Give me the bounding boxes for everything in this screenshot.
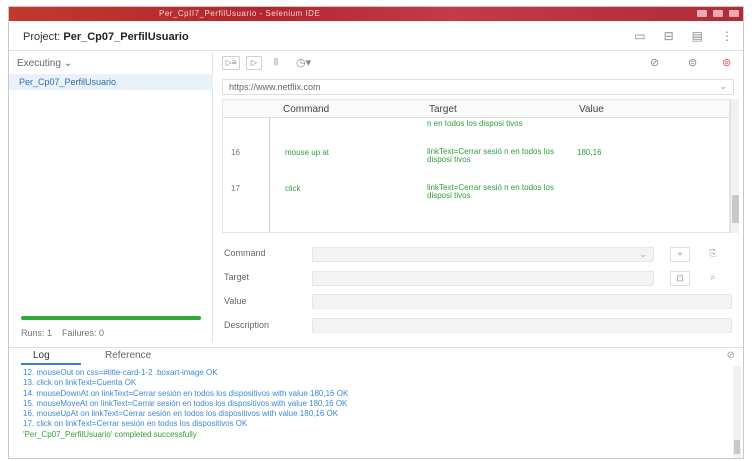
description-input[interactable] — [312, 318, 732, 333]
row-value: 180,16 — [577, 148, 602, 157]
log-line: 14. mouseDownAt on linkText=Cerrar sesió… — [23, 388, 349, 398]
tab-log[interactable]: Log — [33, 350, 50, 361]
log-line: 15. mouseMoveAt on linkText=Cerrar sesió… — [23, 398, 348, 408]
run-all-icon: ▷≡ — [225, 58, 237, 67]
table-row[interactable]: n en todos los disposi tivos — [223, 119, 729, 136]
log-lines: 12. mouseOut on css=#title-card-1-2 .box… — [23, 368, 723, 440]
tab-reference[interactable]: Reference — [105, 350, 151, 361]
chevron-down-icon: ⌄ — [63, 58, 73, 69]
close-icon[interactable] — [729, 10, 739, 17]
open-reference-button[interactable]: ⎘ — [702, 247, 724, 262]
row-index: 16 — [231, 148, 240, 157]
base-url-field[interactable]: https://www.netflix.com ⌄ — [222, 79, 734, 95]
target-select-icon: ⊡ — [676, 273, 684, 283]
log-line: 12. mouseOut on css=#title-card-1-2 .box… — [23, 368, 218, 377]
column-header-value: Value — [579, 104, 604, 115]
more-icon[interactable]: ⋮ — [721, 29, 733, 43]
add-command-button[interactable]: + — [670, 247, 690, 262]
run-all-button[interactable]: ▷≡ — [222, 56, 240, 70]
open-icon: ⎘ — [709, 248, 717, 258]
find-target-button[interactable]: ⌕ — [702, 271, 724, 286]
scroll-thumb[interactable] — [732, 195, 739, 223]
speed-button[interactable]: ◷▾ — [296, 56, 311, 69]
row-command: mouse up at — [285, 148, 330, 157]
select-target-button[interactable]: ⊡ — [670, 271, 690, 286]
clear-log-icon[interactable]: ⊘ — [727, 350, 735, 361]
test-name: Per_Cp07_PerfilUsuario — [19, 77, 117, 87]
column-header-target: Target — [429, 104, 457, 115]
project-actions: ▭ ⊟ ▤ ⋮ — [634, 29, 733, 43]
mode-label: Executing — [17, 58, 61, 69]
failures-count: Failures: 0 — [62, 328, 105, 338]
value-label: Value — [224, 296, 247, 306]
test-list-item[interactable]: Per_Cp07_PerfilUsuario — [9, 74, 213, 90]
pause-button[interactable]: || — [268, 56, 284, 70]
commands-table: Command Target Value n en todos los disp… — [222, 99, 730, 233]
minimize-icon[interactable] — [697, 10, 707, 17]
disable-breakpoints-icon[interactable]: ⊘ — [650, 56, 659, 69]
command-editor: Command ⌄ + ⎘ Target ⊡ ⌕ Value Descripti… — [214, 237, 743, 347]
open-icon[interactable]: ⊟ — [664, 29, 674, 43]
playback-toolbar: ▷≡ ▷ || ◷▾ ⊘ ⊜ ⊚ — [214, 52, 743, 74]
mode-dropdown[interactable]: Executing ⌄ — [17, 58, 72, 69]
maximize-icon[interactable] — [713, 10, 723, 17]
log-line: 17. click on linkText=Cerrar sesión en t… — [23, 419, 248, 429]
base-url-value: https://www.netflix.com — [229, 82, 321, 92]
window-controls — [697, 10, 739, 17]
folder-icon[interactable]: ▭ — [634, 29, 645, 43]
record-icon[interactable]: ⊚ — [722, 56, 731, 69]
command-label: Command — [224, 248, 266, 258]
run-progress-bar — [21, 316, 201, 320]
window-title: Per_CpII7_PerfilUsuario - Selenium IDE — [159, 9, 321, 18]
plus-icon: + — [677, 249, 683, 259]
target-input[interactable] — [312, 271, 654, 286]
play-icon: ▷ — [250, 58, 258, 67]
log-success-line: 'Per_Cp07_PerfilUsuario' completed succe… — [23, 429, 197, 439]
table-row[interactable]: 16 mouse up at linkText=Cerrar sesió n e… — [223, 147, 729, 178]
log-line: 16. mouseUpAt on linkText=Cerrar sesión … — [23, 409, 339, 419]
active-tab-indicator — [21, 363, 81, 365]
description-label: Description — [224, 320, 270, 330]
run-stats: Runs: 1 Failures: 0 — [21, 328, 104, 338]
table-row[interactable]: 17 click linkText=Cerrar sesió n en todo… — [223, 183, 729, 214]
scroll-thumb[interactable] — [734, 440, 740, 454]
command-input[interactable]: ⌄ — [312, 247, 654, 262]
pause-icon: || — [273, 57, 279, 66]
row-index: 17 — [231, 184, 240, 193]
save-icon[interactable]: ▤ — [692, 29, 703, 43]
project-header: Project: Per_Cp07_PerfilUsuario ▭ ⊟ ▤ ⋮ — [9, 21, 743, 51]
title-bar: Per_CpII7_PerfilUsuario - Selenium IDE — [9, 7, 743, 21]
value-input[interactable] — [312, 294, 732, 309]
project-title: Project: Per_Cp07_PerfilUsuario — [23, 31, 189, 43]
project-prefix: Project: — [23, 31, 61, 43]
row-target: linkText=Cerrar sesió n en todos los dis… — [427, 147, 554, 164]
chevron-down-icon[interactable]: ⌄ — [719, 81, 727, 92]
row-target: n en todos los disposi tivos — [427, 119, 523, 128]
run-current-button[interactable]: ▷ — [246, 56, 262, 70]
runs-count: Runs: 1 — [21, 328, 53, 338]
log-scrollbar[interactable] — [733, 366, 741, 458]
pause-exceptions-icon[interactable]: ⊜ — [688, 56, 697, 69]
table-scrollbar[interactable] — [730, 99, 739, 233]
log-tabs: Log Reference ⊘ — [9, 348, 743, 365]
target-label: Target — [224, 272, 250, 282]
selenium-ide-window: Per_CpII7_PerfilUsuario - Selenium IDE P… — [8, 6, 744, 459]
speed-icon: ◷▾ — [296, 57, 312, 69]
search-icon: ⌕ — [710, 272, 716, 282]
chevron-down-icon[interactable]: ⌄ — [639, 249, 647, 260]
project-name[interactable]: Per_Cp07_PerfilUsuario — [63, 31, 188, 43]
table-header: Command Target Value — [223, 100, 729, 118]
column-header-command: Command — [283, 104, 330, 115]
log-panel: Log Reference ⊘ 12. mouseOut on css=#tit… — [9, 347, 743, 458]
log-line: 13. click on linkText=Cuenta OK — [23, 378, 137, 388]
row-command: click — [285, 184, 301, 193]
test-panel: Executing ⌄ Per_Cp07_PerfilUsuario Runs:… — [9, 52, 213, 342]
row-target: linkText=Cerrar sesió n en todos los dis… — [427, 183, 554, 200]
